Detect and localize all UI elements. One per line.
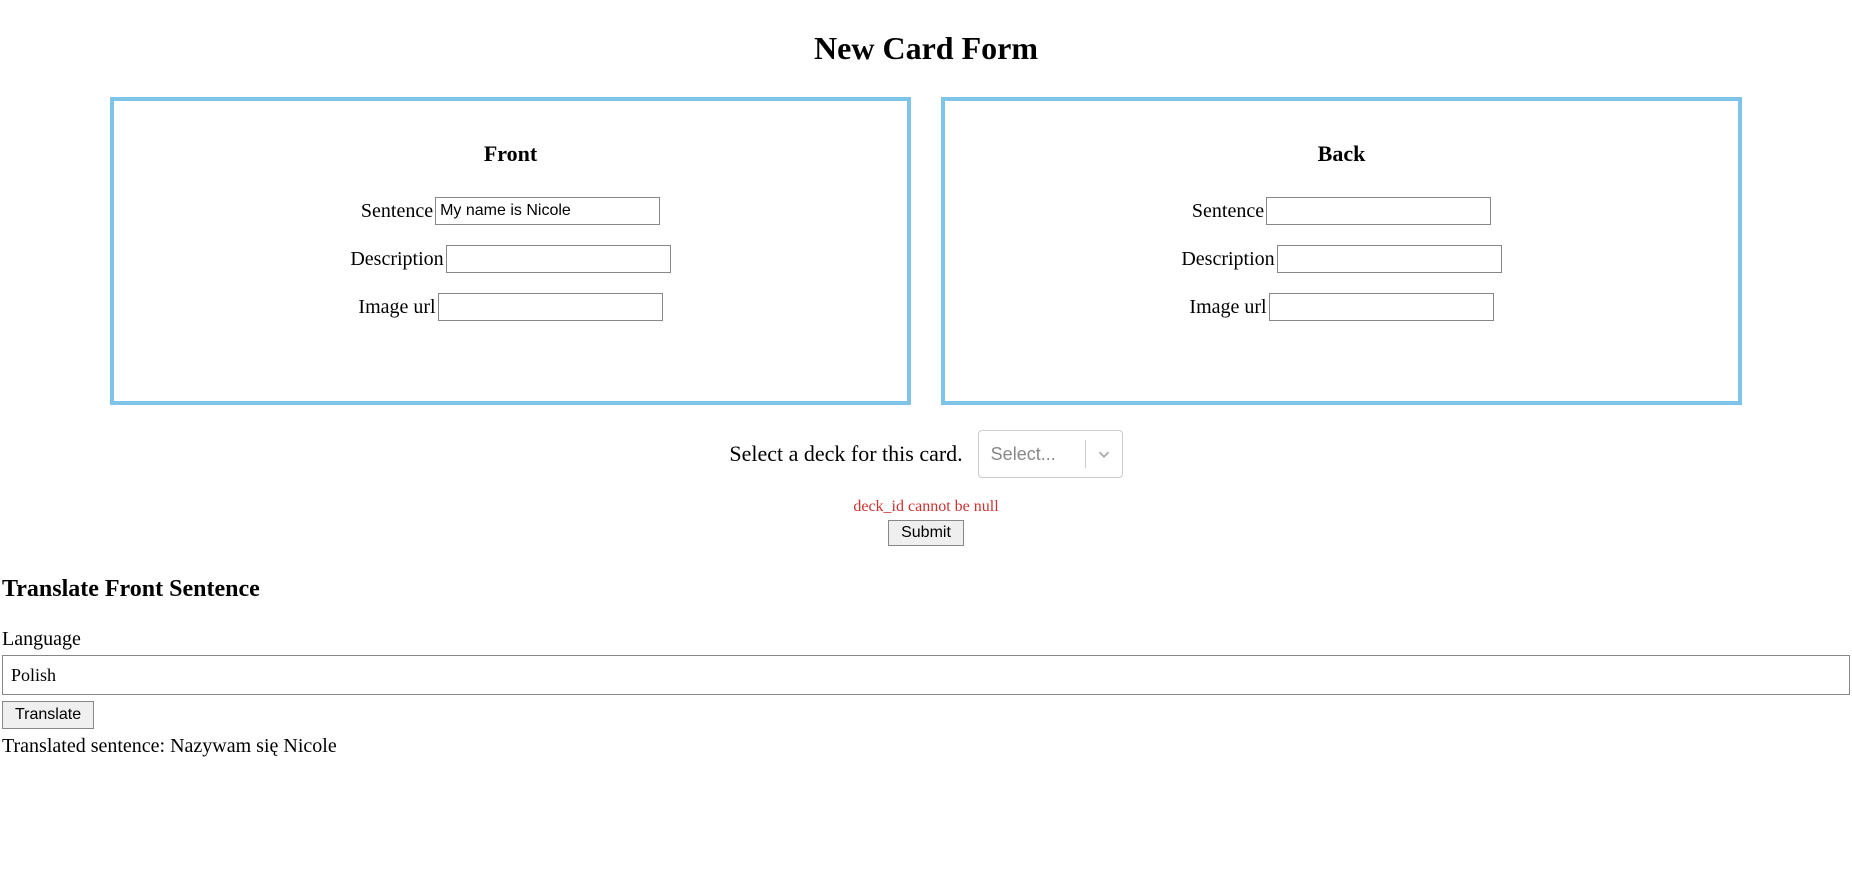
translated-result: Translated sentence: Nazywam się Nicole [2, 735, 1850, 758]
deck-select-label: Select a deck for this card. [729, 441, 962, 467]
translated-result-prefix: Translated sentence: [2, 735, 170, 757]
deck-select-dropdown[interactable]: Select... [978, 430, 1123, 478]
front-description-row: Description [134, 245, 887, 273]
back-image-url-row: Image url [965, 293, 1718, 321]
back-panel-title: Back [965, 141, 1718, 167]
front-image-url-row: Image url [134, 293, 887, 321]
deck-select-row: Select a deck for this card. Select... [0, 430, 1852, 478]
translate-heading: Translate Front Sentence [2, 576, 1850, 603]
front-image-url-label: Image url [358, 296, 435, 319]
chevron-down-icon [1086, 445, 1122, 463]
front-sentence-label: Sentence [361, 200, 433, 223]
translate-section: Translate Front Sentence Language Transl… [0, 576, 1852, 758]
page-title: New Card Form [0, 30, 1852, 67]
front-panel-title: Front [134, 141, 887, 167]
submit-button[interactable]: Submit [888, 520, 964, 546]
back-panel: Back Sentence Description Image url [941, 97, 1742, 405]
front-panel: Front Sentence Description Image url [110, 97, 911, 405]
back-sentence-input[interactable] [1266, 197, 1491, 225]
back-sentence-label: Sentence [1192, 200, 1264, 223]
error-message: deck_id cannot be null [0, 498, 1852, 516]
cards-container: Front Sentence Description Image url Bac… [0, 97, 1852, 405]
translated-result-value: Nazywam się Nicole [170, 735, 337, 757]
language-input[interactable] [2, 655, 1850, 695]
front-description-input[interactable] [446, 245, 671, 273]
back-sentence-row: Sentence [965, 197, 1718, 225]
front-sentence-input[interactable] [435, 197, 660, 225]
back-image-url-label: Image url [1189, 296, 1266, 319]
deck-select-placeholder: Select... [979, 444, 1085, 465]
submit-row: Submit [0, 520, 1852, 546]
back-description-input[interactable] [1277, 245, 1502, 273]
language-label: Language [2, 628, 1850, 651]
back-description-label: Description [1181, 248, 1274, 271]
front-sentence-row: Sentence [134, 197, 887, 225]
translate-button[interactable]: Translate [2, 701, 94, 729]
front-description-label: Description [350, 248, 443, 271]
back-image-url-input[interactable] [1269, 293, 1494, 321]
back-description-row: Description [965, 245, 1718, 273]
front-image-url-input[interactable] [438, 293, 663, 321]
